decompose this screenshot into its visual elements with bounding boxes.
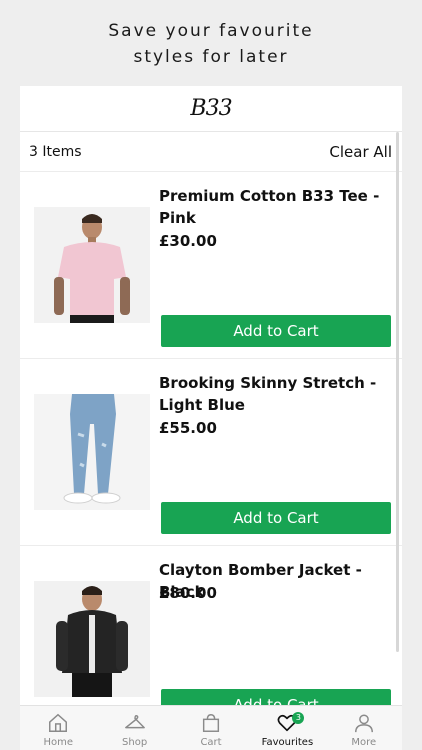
tab-favourites[interactable]: 3 Favourites — [249, 706, 325, 750]
product-image-pink-tee[interactable] — [34, 207, 150, 323]
product-price: £55.00 — [159, 419, 217, 437]
list-scrollbar[interactable] — [396, 132, 399, 652]
add-to-cart-button[interactable]: Add to Cart — [161, 315, 391, 347]
bag-icon — [202, 714, 220, 732]
product-name[interactable]: Premium Cotton B33 Tee - Pink — [159, 185, 394, 229]
add-to-cart-button[interactable]: Add to Cart — [161, 502, 391, 534]
brand-logo: B33 — [190, 96, 232, 121]
favourites-count-badge: 3 — [292, 712, 305, 724]
bottom-tab-bar: Home Shop Cart 3 Favourites More — [20, 705, 402, 750]
list-toolbar: 3 Items Clear All — [20, 132, 402, 172]
product-price: £80.00 — [159, 584, 217, 602]
person-icon — [354, 714, 373, 733]
tab-home[interactable]: Home — [20, 706, 96, 750]
tab-cart-label: Cart — [200, 737, 222, 748]
product-name[interactable]: Brooking Skinny Stretch - Light Blue — [159, 372, 394, 416]
clear-all-button[interactable]: Clear All — [329, 143, 392, 161]
product-image-bomber-jacket[interactable] — [34, 581, 150, 697]
product-price: £30.00 — [159, 232, 217, 250]
favourite-item[interactable]: Premium Cotton B33 Tee - Pink £30.00 Add… — [20, 172, 402, 359]
item-count: 3 Items — [29, 143, 82, 160]
model-bomber-jacket-graphic — [34, 581, 150, 697]
tab-shop[interactable]: Shop — [96, 706, 172, 750]
promo-line-2: styles for later — [133, 47, 289, 67]
tab-more-label: More — [351, 737, 377, 748]
home-icon — [49, 713, 68, 732]
model-pink-tee-graphic — [34, 207, 150, 323]
app-header: B33 — [20, 86, 402, 132]
tab-home-label: Home — [43, 737, 73, 748]
favourite-item[interactable]: Brooking Skinny Stretch - Light Blue £55… — [20, 359, 402, 546]
promo-line-1: Save your favourite — [108, 21, 314, 41]
tab-favourites-label: Favourites — [261, 737, 314, 748]
tab-more[interactable]: More — [326, 706, 402, 750]
favourites-panel: B33 3 Items Clear All Premium Cotton B33… — [20, 86, 402, 750]
hanger-icon — [124, 715, 145, 729]
tab-cart[interactable]: Cart — [173, 706, 249, 750]
tab-shop-label: Shop — [122, 737, 148, 748]
promo-text: Save your favourite styles for later — [0, 18, 422, 70]
product-image-jeans[interactable] — [34, 394, 150, 510]
model-jeans-graphic — [34, 394, 150, 510]
